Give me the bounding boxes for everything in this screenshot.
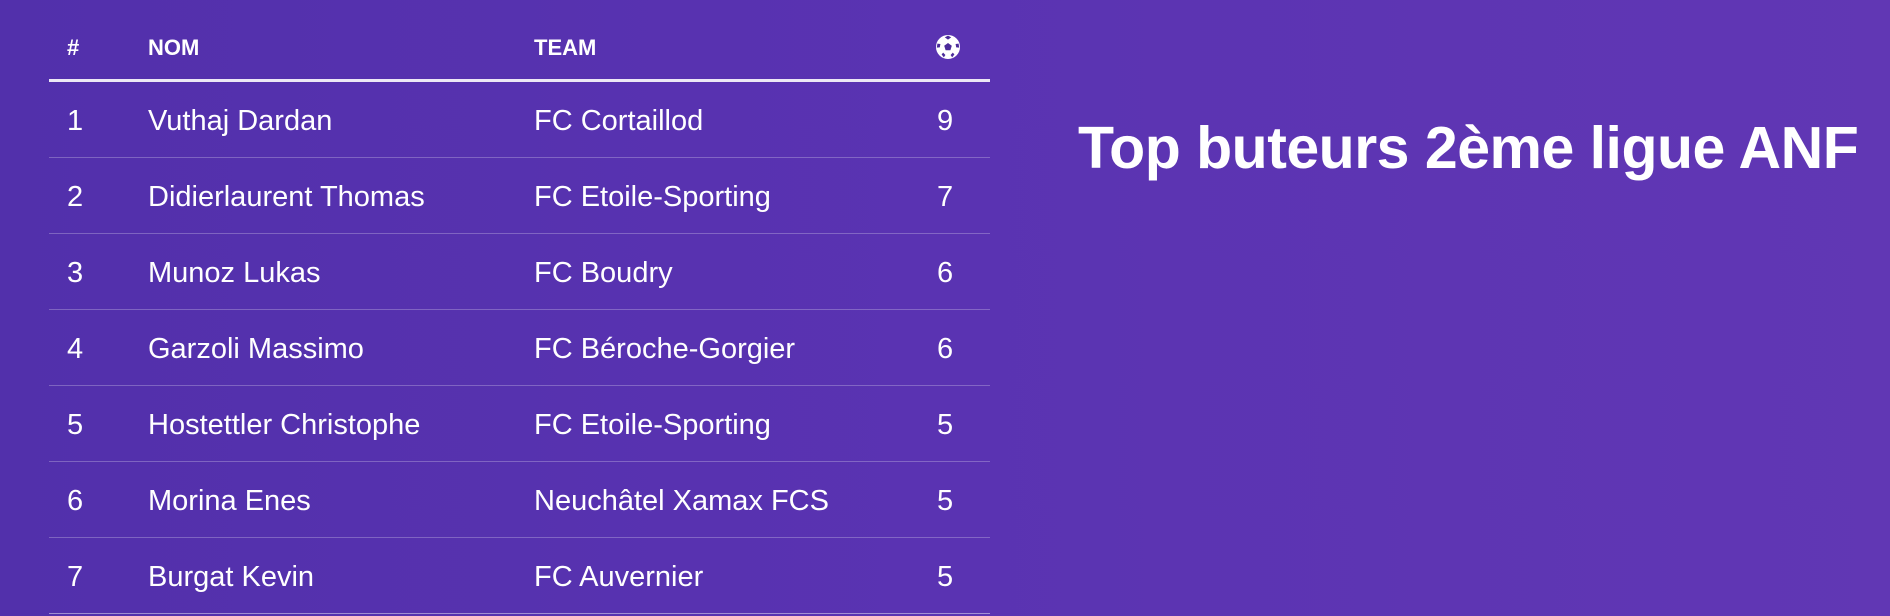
table-row: 3 Munoz Lukas FC Boudry 6	[49, 234, 990, 310]
player-name-cell: Burgat Kevin	[148, 561, 315, 593]
table-row: 7 Burgat Kevin FC Auvernier 5	[49, 538, 990, 614]
rank-cell: 3	[67, 257, 84, 289]
team-name-cell: FC Etoile-Sporting	[534, 181, 771, 213]
table-row: 2 Didierlaurent Thomas FC Etoile-Sporting 7	[49, 158, 990, 234]
rank-cell: 4	[67, 333, 84, 365]
header-goals	[935, 34, 961, 60]
table-row: 5 Hostettler Christophe FC Etoile-Sporting…	[49, 386, 990, 462]
top-scorers-table: # NOM TEAM 1 Vuthaj Dardan FC Cortaillod 9 2…	[49, 0, 990, 614]
team-name-cell: FC Auvernier	[534, 561, 704, 593]
rank-cell: 7	[67, 561, 84, 593]
rank-cell: 5	[67, 409, 84, 441]
goals-cell: 7	[937, 181, 954, 213]
table-body: 1 Vuthaj Dardan FC Cortaillod 9 2 Didierlaure…	[49, 82, 990, 614]
rank-cell: 2	[67, 181, 84, 213]
team-name-cell: FC Cortaillod	[534, 105, 704, 137]
header-name: NOM	[148, 35, 200, 60]
table-row: 4 Garzoli Massimo FC Béroche-Gorgier 6	[49, 310, 990, 386]
player-name-cell: Didierlaurent Thomas	[148, 181, 425, 213]
player-name-cell: Garzoli Massimo	[148, 333, 364, 365]
table-row: 1 Vuthaj Dardan FC Cortaillod 9	[49, 82, 990, 158]
player-name-cell: Morina Enes	[148, 485, 311, 517]
page-title: Top buteurs 2ème ligue ANF	[1078, 115, 1859, 181]
team-name-cell: FC Boudry	[534, 257, 673, 289]
goals-cell: 5	[937, 485, 954, 517]
player-name-cell: Hostettler Christophe	[148, 409, 421, 441]
team-name-cell: FC Etoile-Sporting	[534, 409, 771, 441]
header-team: TEAM	[534, 35, 597, 60]
rank-cell: 6	[67, 485, 84, 517]
goals-cell: 5	[937, 409, 954, 441]
team-name-cell: Neuchâtel Xamax FCS	[534, 485, 829, 517]
table-row: 6 Morina Enes Neuchâtel Xamax FCS 5	[49, 462, 990, 538]
table-header: # NOM TEAM	[49, 0, 990, 82]
goals-cell: 6	[937, 333, 954, 365]
team-name-cell: FC Béroche-Gorgier	[534, 333, 796, 365]
goals-cell: 9	[937, 105, 954, 137]
rank-cell: 1	[67, 105, 84, 137]
player-name-cell: Munoz Lukas	[148, 257, 321, 289]
header-rank: #	[67, 35, 80, 60]
soccer-ball-icon	[936, 35, 960, 59]
player-name-cell: Vuthaj Dardan	[148, 105, 333, 137]
goals-cell: 6	[937, 257, 954, 289]
goals-cell: 5	[937, 561, 954, 593]
